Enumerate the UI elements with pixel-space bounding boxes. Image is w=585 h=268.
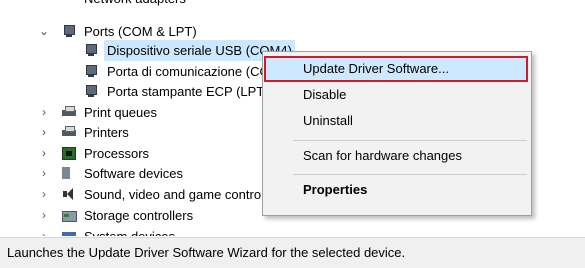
chevron-right-icon[interactable]: ›: [38, 122, 50, 143]
menu-item-disable[interactable]: Disable: [263, 83, 531, 107]
chevron-right-icon[interactable]: ›: [38, 163, 50, 184]
menu-separator: [293, 140, 527, 141]
port-icon: [84, 65, 98, 78]
tree-node-software-devices[interactable]: › Software devices: [0, 163, 262, 184]
tree-node-label: Printers: [84, 125, 129, 140]
tree-node-print-queues[interactable]: › Print queues: [0, 102, 262, 123]
port-icon: [84, 85, 98, 98]
port-icon: [62, 25, 76, 38]
processor-icon: [62, 147, 76, 160]
tree-node-ports[interactable]: ⌄ Ports (COM & LPT): [0, 21, 200, 42]
chevron-right-icon[interactable]: ›: [38, 143, 50, 164]
tree-node-system-devices[interactable]: › System devices: [0, 226, 262, 236]
tree-node-com-port[interactable]: Porta di comunicazione (COM1): [0, 61, 292, 82]
tree-node-storage-controllers[interactable]: › Storage controllers: [0, 205, 262, 226]
menu-item-label: Update Driver Software...: [303, 61, 449, 76]
chevron-right-icon[interactable]: ›: [38, 205, 50, 226]
chevron-down-icon[interactable]: ⌄: [38, 21, 50, 42]
menu-item-properties[interactable]: Properties: [263, 178, 531, 202]
tree-node-label: Print queues: [84, 105, 157, 120]
menu-item-label: Uninstall: [303, 113, 353, 128]
menu-item-label: Disable: [303, 87, 347, 102]
menu-item-update-driver[interactable]: Update Driver Software...: [264, 56, 528, 82]
software-device-icon: [62, 167, 70, 179]
chevron-right-icon[interactable]: ›: [38, 184, 50, 205]
tree-node-label: Network adapters: [84, 0, 186, 9]
tree-node-label: Processors: [84, 146, 150, 161]
speaker-icon: [62, 188, 76, 201]
tree-node-lpt-port[interactable]: Porta stampante ECP (LPT1): [0, 81, 276, 102]
context-menu: Update Driver Software... Disable Uninst…: [262, 51, 532, 216]
tree-node-sound-video[interactable]: › Sound, video and game controllers: [0, 184, 262, 205]
status-bar: Launches the Update Driver Software Wiza…: [0, 237, 585, 268]
storage-controller-icon: [62, 209, 77, 222]
tree-node-usb-serial[interactable]: Dispositivo seriale USB (COM4): [0, 40, 300, 61]
system-device-icon: [62, 230, 76, 236]
chevron-right-icon[interactable]: ›: [38, 102, 50, 123]
tree-node-printers[interactable]: › Printers: [0, 122, 262, 143]
chevron-right-icon[interactable]: ›: [38, 226, 50, 236]
tree-node-label: Software devices: [84, 166, 183, 181]
tree-node-label: Ports (COM & LPT): [84, 24, 197, 39]
print-queue-icon: [62, 106, 76, 119]
menu-item-label: Properties: [303, 182, 368, 197]
port-icon: [84, 44, 98, 57]
menu-item-scan-hardware[interactable]: Scan for hardware changes: [263, 144, 531, 168]
menu-separator: [293, 174, 527, 175]
tree-node-network-adapters[interactable]: Network adapters: [0, 0, 200, 9]
tree-node-label: Porta stampante ECP (LPT1): [107, 84, 276, 99]
tree-node-label: Sound, video and game controllers: [84, 187, 262, 202]
status-text: Launches the Update Driver Software Wiza…: [7, 245, 406, 260]
menu-item-label: Scan for hardware changes: [303, 148, 462, 163]
tree-node-label: System devices: [84, 226, 175, 236]
tree-node-label: Storage controllers: [84, 208, 194, 223]
tree-node-processors[interactable]: › Processors: [0, 143, 262, 164]
menu-item-uninstall[interactable]: Uninstall: [263, 109, 531, 133]
printer-icon: [62, 126, 76, 139]
